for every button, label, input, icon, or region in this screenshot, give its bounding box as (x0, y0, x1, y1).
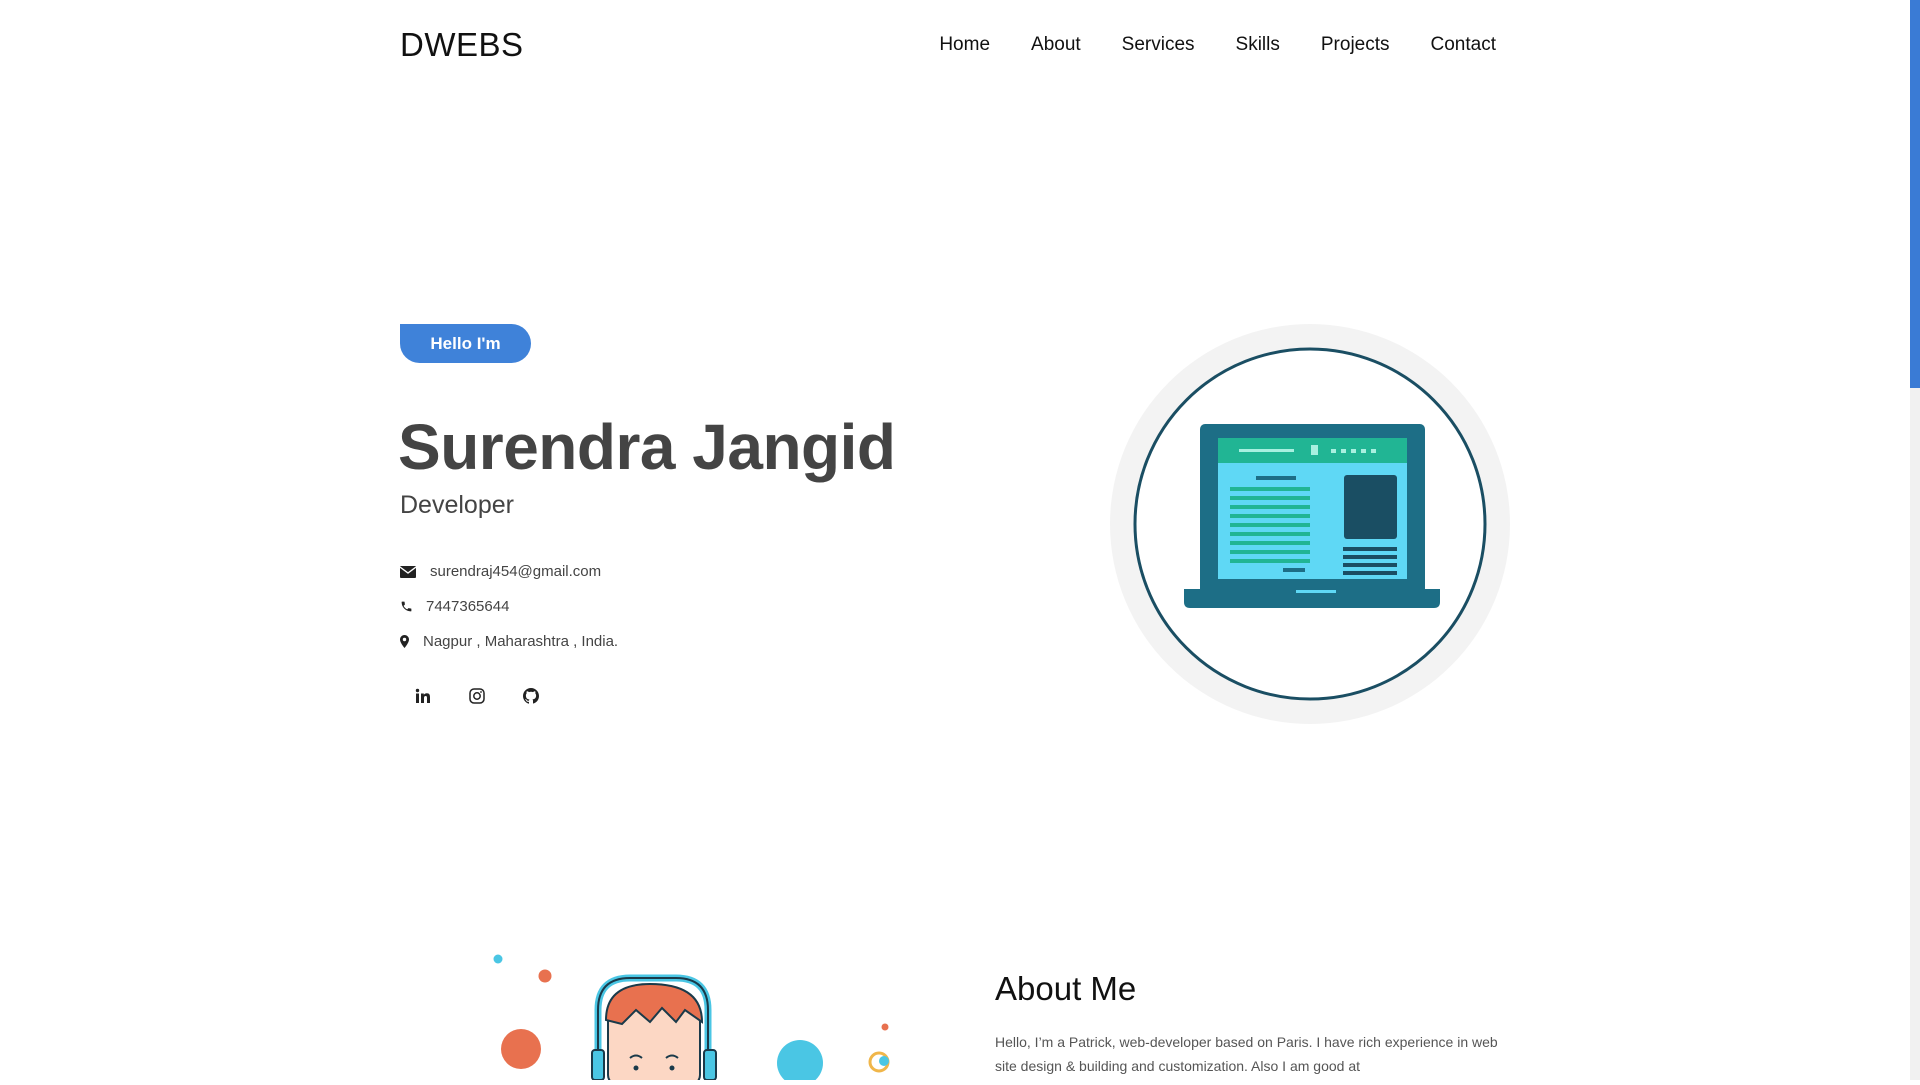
nav-projects[interactable]: Projects (1321, 34, 1390, 56)
nav-services[interactable]: Services (1122, 34, 1195, 56)
about-illustration (480, 940, 900, 1085)
contact-email: surendraj454@gmail.com (400, 554, 618, 589)
about-title: About Me (995, 970, 1137, 1007)
nav-skills[interactable]: Skills (1236, 34, 1280, 56)
scrollbar-thumb[interactable] (1910, 0, 1920, 388)
hero-laptop-illustration (1109, 323, 1511, 725)
contact-phone: 7447365644 (400, 589, 618, 624)
phone-icon (400, 600, 418, 613)
hello-badge: Hello I'm (400, 324, 531, 363)
github-link[interactable] (508, 680, 554, 716)
nav-about[interactable]: About (1031, 34, 1081, 56)
contact-list: surendraj454@gmail.com 7447365644 Nagpur… (400, 554, 618, 659)
location-text: Nagpur , Maharashtra , India. (423, 633, 619, 650)
github-icon (523, 687, 539, 709)
linkedin-icon (415, 688, 431, 709)
social-links (400, 680, 562, 716)
hero-name: Surendra Jangid (398, 411, 896, 483)
hero-role: Developer (400, 491, 514, 519)
map-marker-icon (400, 635, 415, 648)
phone-text[interactable]: 7447365644 (426, 598, 509, 615)
about-text: Hello, I’m a Patrick, web-developer base… (995, 1034, 1498, 1074)
linkedin-link[interactable] (400, 680, 446, 716)
logo[interactable]: DWEBS (400, 26, 524, 64)
envelope-icon (400, 565, 422, 578)
nav-contact[interactable]: Contact (1431, 34, 1496, 56)
page-scrollbar[interactable] (1910, 0, 1920, 1080)
instagram-icon (469, 687, 485, 709)
nav-home[interactable]: Home (939, 34, 990, 56)
site-header: DWEBS Home About Services Skills Project… (400, 22, 1496, 68)
instagram-link[interactable] (454, 680, 500, 716)
contact-location: Nagpur , Maharashtra , India. (400, 624, 618, 659)
main-nav: Home About Services Skills Projects Cont… (898, 34, 1496, 56)
email-text[interactable]: surendraj454@gmail.com (430, 563, 601, 580)
